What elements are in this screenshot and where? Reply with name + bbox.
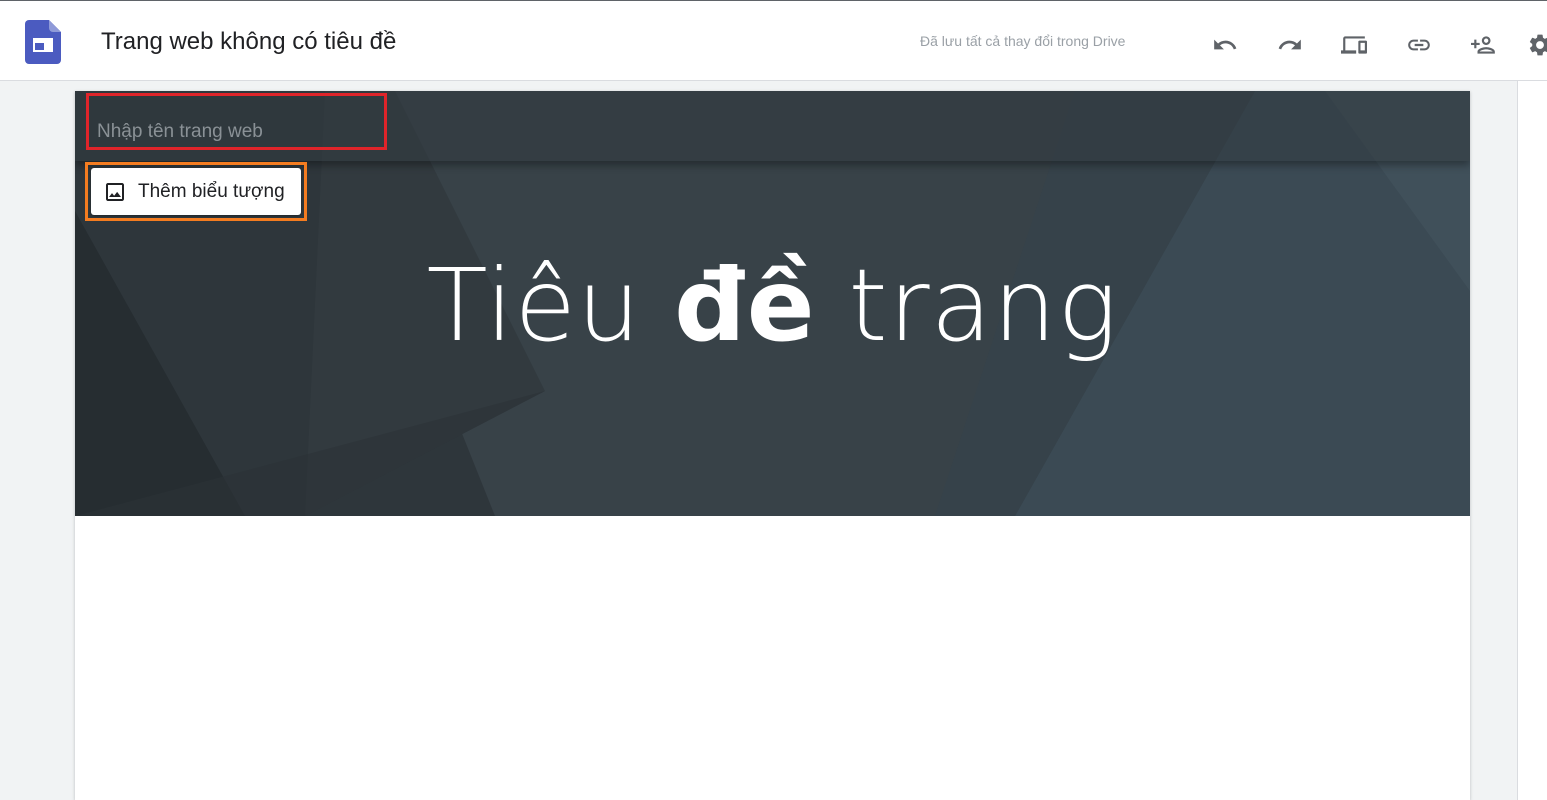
link-icon: [1408, 39, 1430, 51]
share-button[interactable]: [1464, 25, 1504, 65]
page-title-bold: đề: [674, 247, 816, 364]
side-panel: [1517, 81, 1547, 800]
document-title[interactable]: Trang web không có tiêu đề: [101, 26, 396, 58]
add-logo-label: Thêm biểu tượng: [138, 180, 285, 202]
settings-button[interactable]: [1527, 25, 1547, 65]
page-body[interactable]: [75, 516, 1470, 800]
share-add-person-icon: [1471, 36, 1495, 54]
google-sites-icon[interactable]: [25, 20, 61, 64]
save-status: Đã lưu tất cả thay đổi trong Drive: [920, 33, 1126, 49]
redo-icon: [1278, 39, 1301, 50]
undo-button[interactable]: [1205, 25, 1245, 65]
header-section[interactable]: Thêm biểu tượng Tiêu đề trang: [75, 91, 1470, 516]
redo-button[interactable]: [1270, 25, 1310, 65]
preview-devices-icon: [1341, 36, 1367, 54]
site-canvas: Thêm biểu tượng Tiêu đề trang: [75, 91, 1470, 800]
undo-icon: [1214, 39, 1237, 50]
add-logo-button[interactable]: Thêm biểu tượng: [91, 168, 301, 215]
page-title-part2: trang: [815, 247, 1119, 364]
add-logo-highlight: Thêm biểu tượng: [85, 162, 307, 221]
top-app-bar: Trang web không có tiêu đề Đã lưu tất cả…: [0, 0, 1547, 81]
copy-link-button[interactable]: [1399, 25, 1439, 65]
settings-gear-icon: [1529, 34, 1547, 56]
site-name-input[interactable]: [86, 93, 387, 150]
image-icon: [106, 182, 124, 201]
page-title[interactable]: Tiêu đề trang: [75, 241, 1470, 371]
page-title-part1: Tiêu: [426, 247, 675, 364]
preview-button[interactable]: [1334, 25, 1374, 65]
site-navigation-bar: [75, 91, 1470, 161]
